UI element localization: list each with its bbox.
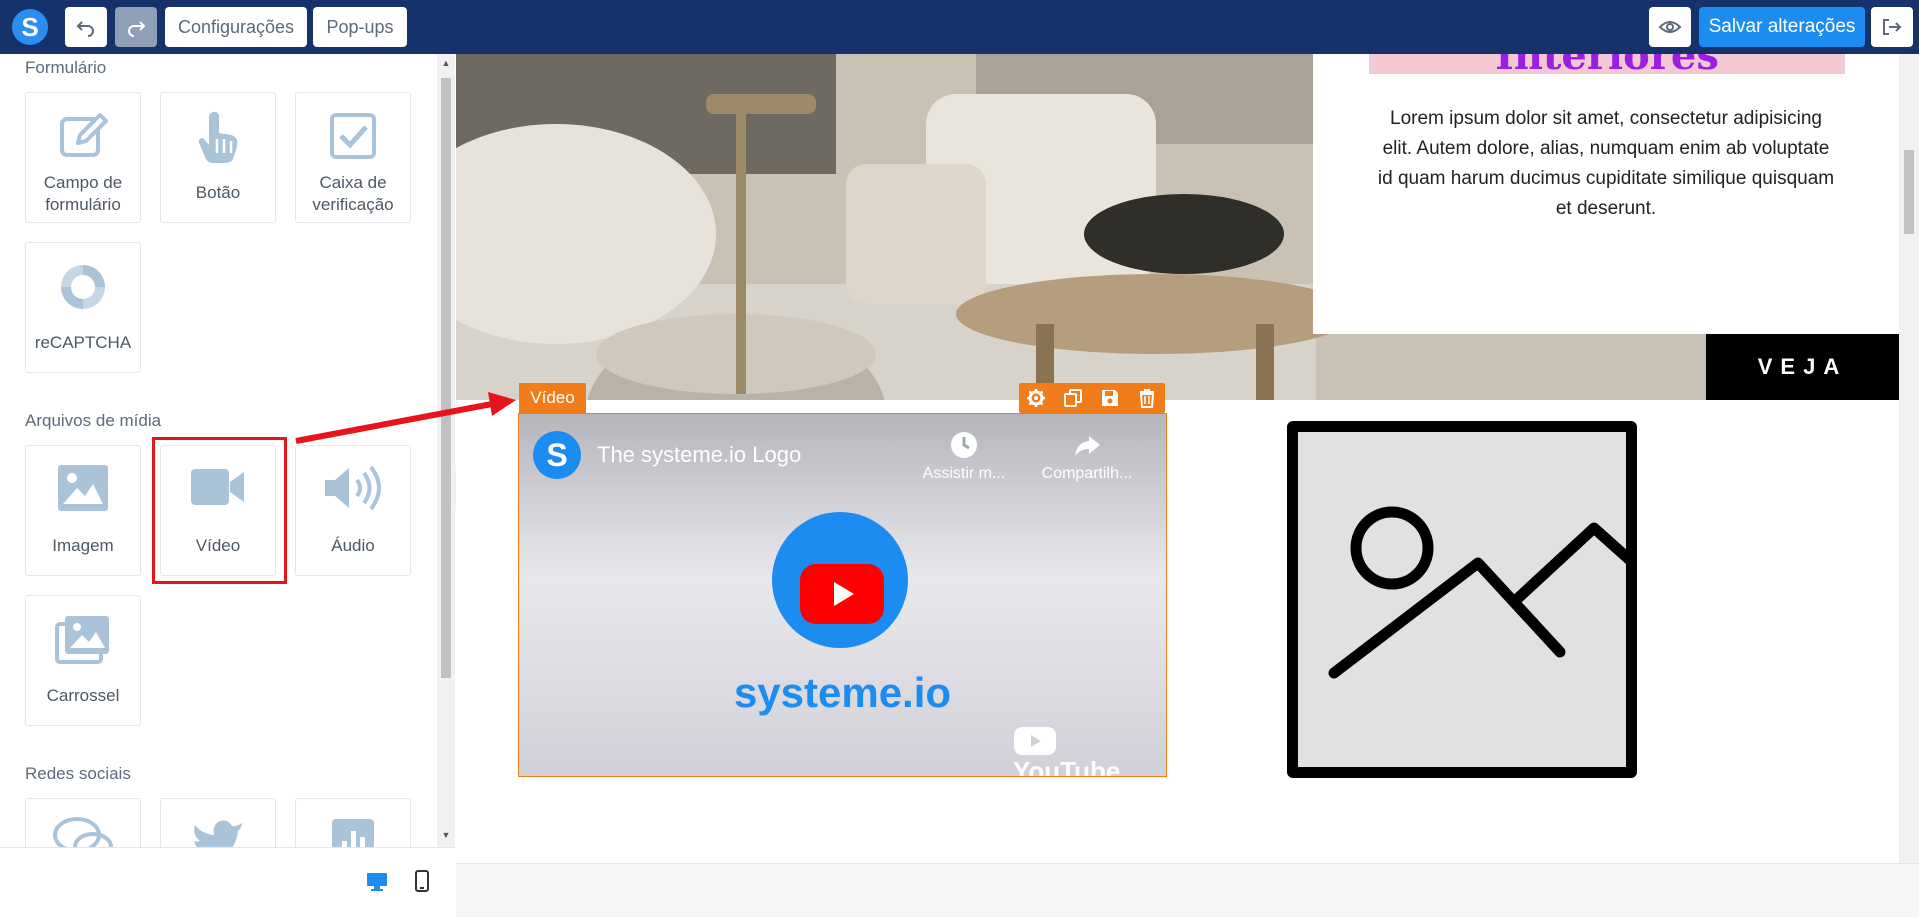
youtube-icon: [1014, 727, 1056, 756]
elements-list[interactable]: Formulário Campo de formulário Botão Cai…: [0, 54, 437, 847]
tile-label: reCAPTCHA: [34, 333, 132, 352]
element-chart[interactable]: [295, 798, 411, 847]
canvas-scrollbar[interactable]: [1899, 54, 1919, 863]
speaker-icon: [325, 465, 381, 511]
redo-icon: [128, 21, 146, 37]
element-carousel[interactable]: Carrossel: [25, 595, 141, 726]
tile-label: Caixa de: [319, 173, 387, 192]
video-element-label: Vídeo: [519, 383, 586, 413]
carousel-icon: [55, 616, 109, 664]
recaptcha-icon: [61, 265, 105, 309]
section-title-form: Formulário: [25, 58, 107, 77]
save-changes-button[interactable]: Salvar alterações: [1699, 7, 1865, 47]
element-button[interactable]: Botão: [160, 92, 276, 223]
hero-photo: Interiores Lorem ipsum dolor sit amet, c…: [456, 54, 1899, 400]
clock-icon: [951, 432, 977, 458]
eye-icon: [1658, 21, 1682, 33]
top-toolbar: S Configurações Pop-ups Salvar alteraçõe…: [0, 0, 1919, 54]
youtube-wordmark: YouTube: [1013, 756, 1121, 777]
canvas-scroll-thumb[interactable]: [1904, 150, 1914, 234]
hero-paragraph[interactable]: Lorem ipsum dolor sit amet, consectetur …: [1373, 104, 1839, 224]
hero-heading[interactable]: Interiores: [1369, 54, 1845, 74]
element-image[interactable]: Imagem: [25, 445, 141, 576]
tile-label: Áudio: [331, 536, 375, 555]
comments-icon: [53, 817, 113, 847]
element-twitter[interactable]: [160, 798, 276, 847]
redo-button[interactable]: [115, 7, 157, 47]
device-switcher: [0, 847, 455, 917]
share-label: Compartilh...: [1041, 465, 1133, 482]
tile-label: Botão: [195, 183, 241, 202]
play-button[interactable]: [800, 564, 884, 624]
share-button[interactable]: Compartilh...: [1032, 430, 1142, 483]
exit-icon: [1883, 19, 1902, 35]
veja-button[interactable]: VEJA: [1706, 334, 1899, 400]
element-audio[interactable]: Áudio: [295, 445, 411, 576]
popups-button[interactable]: Pop-ups: [313, 7, 407, 47]
element-comments[interactable]: [25, 798, 141, 847]
trash-icon[interactable]: [1137, 388, 1157, 408]
element-checkbox[interactable]: Caixa de verificação: [295, 92, 411, 223]
hand-pointer-icon: [198, 111, 238, 163]
image-placeholder[interactable]: [1287, 421, 1694, 778]
panel-scrollbar[interactable]: ▲ ▼: [437, 54, 455, 847]
tile-label: Carrossel: [46, 686, 120, 705]
preview-button[interactable]: [1649, 7, 1691, 47]
mobile-icon[interactable]: [415, 870, 429, 892]
checkbox-icon: [330, 113, 376, 159]
video-brand-text: systeme.io: [733, 669, 952, 716]
image-placeholder-icon: [1328, 506, 1694, 679]
desktop-icon[interactable]: [366, 872, 388, 892]
canvas-footer-band: [456, 863, 1919, 917]
undo-icon: [76, 21, 94, 37]
tile-label: verificação: [312, 195, 394, 214]
bar-chart-icon: [332, 819, 374, 847]
heading-highlight: Interiores: [1369, 54, 1845, 74]
tile-label: Imagem: [52, 536, 114, 555]
hero-text-card[interactable]: Interiores Lorem ipsum dolor sit amet, c…: [1313, 54, 1899, 334]
exit-button[interactable]: [1871, 7, 1913, 47]
tile-label: formulário: [45, 195, 121, 214]
image-icon: [58, 465, 108, 511]
panel-scroll-thumb[interactable]: [441, 78, 451, 678]
gear-icon[interactable]: [1026, 388, 1046, 408]
scroll-up-arrow[interactable]: ▲: [441, 58, 451, 68]
watch-later-button[interactable]: Assistir m...: [909, 430, 1019, 483]
channel-avatar[interactable]: S: [533, 431, 581, 479]
video-embed[interactable]: S The systeme.io Logo Assistir m... Comp…: [518, 413, 1167, 777]
copy-icon[interactable]: [1063, 388, 1083, 408]
pencil-icon: [60, 113, 108, 157]
play-icon: [834, 582, 854, 606]
settings-button[interactable]: Configurações: [165, 7, 307, 47]
video-title[interactable]: The systeme.io Logo: [597, 442, 801, 468]
video-element-toolbar: [1019, 383, 1165, 413]
twitter-icon: [194, 820, 242, 847]
elements-panel: Formulário Campo de formulário Botão Cai…: [0, 54, 455, 917]
systeme-logo[interactable]: S: [12, 9, 48, 45]
save-icon[interactable]: [1100, 388, 1120, 408]
page-canvas[interactable]: Interiores Lorem ipsum dolor sit amet, c…: [456, 54, 1899, 863]
section-title-social: Redes sociais: [25, 764, 131, 783]
tile-label: Campo de: [43, 173, 123, 192]
watch-later-label: Assistir m...: [922, 465, 1006, 482]
share-icon: [1075, 436, 1100, 456]
element-form-field[interactable]: Campo de formulário: [25, 92, 141, 223]
section-title-media: Arquivos de mídia: [25, 411, 162, 430]
element-recaptcha[interactable]: reCAPTCHA: [25, 242, 141, 373]
scroll-down-arrow[interactable]: ▼: [441, 830, 451, 840]
youtube-watermark[interactable]: YouTube: [1013, 724, 1166, 777]
undo-button[interactable]: [65, 7, 107, 47]
video-tile-highlight: [152, 437, 287, 584]
